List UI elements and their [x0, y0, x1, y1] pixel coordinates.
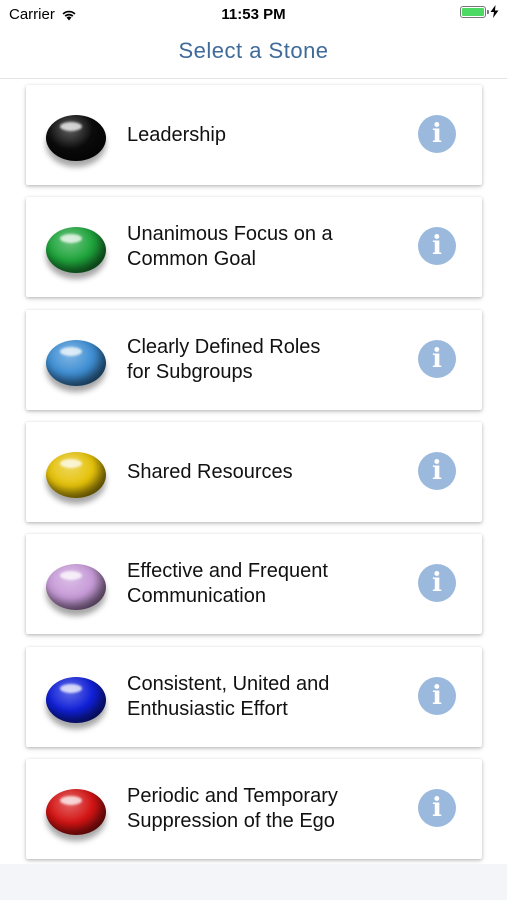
- battery-indicator: [460, 5, 499, 18]
- black-stone-icon: [46, 115, 106, 161]
- status-time: 11:53 PM: [221, 6, 286, 23]
- status-bar: Carrier 11:53 PM: [0, 0, 507, 28]
- battery-icon: [460, 5, 489, 18]
- stone-list: Leadership i Unanimous Focus on a Common G…: [0, 79, 507, 864]
- stone-label: Effective and Frequent Communication: [127, 560, 328, 607]
- info-icon[interactable]: i: [418, 227, 456, 265]
- stone-label: Clearly Defined Roles for Subgroups: [127, 336, 321, 383]
- charging-bolt-icon: [490, 5, 499, 18]
- stone-label: Unanimous Focus on a Common Goal: [127, 223, 333, 270]
- blue-stone-icon: [46, 340, 106, 386]
- yellow-stone-icon: [46, 452, 106, 498]
- stone-label: Periodic and Temporary Suppression of th…: [127, 785, 338, 832]
- stone-label: Shared Resources: [127, 460, 293, 483]
- info-icon[interactable]: i: [418, 789, 456, 827]
- stone-card[interactable]: Effective and Frequent Communication i: [26, 534, 482, 634]
- stone-card[interactable]: Clearly Defined Roles for Subgroups i: [26, 310, 482, 410]
- stone-card[interactable]: Leadership i: [26, 85, 482, 185]
- navigation-bar: Select a Stone: [0, 28, 507, 79]
- info-icon[interactable]: i: [418, 677, 456, 715]
- info-icon[interactable]: i: [418, 115, 456, 153]
- stone-card[interactable]: Consistent, United and Enthusiastic Effo…: [26, 647, 482, 747]
- info-icon[interactable]: i: [418, 564, 456, 602]
- green-stone-icon: [46, 227, 106, 273]
- dark-blue-stone-icon: [46, 677, 106, 723]
- info-icon[interactable]: i: [418, 340, 456, 378]
- stone-card[interactable]: Shared Resources i: [26, 422, 482, 522]
- stone-label: Consistent, United and Enthusiastic Effo…: [127, 673, 330, 720]
- red-stone-icon: [46, 789, 106, 835]
- purple-stone-icon: [46, 564, 106, 610]
- stone-card[interactable]: Periodic and Temporary Suppression of th…: [26, 759, 482, 859]
- info-icon[interactable]: i: [418, 452, 456, 490]
- page-title: Select a Stone: [178, 38, 329, 63]
- stone-card[interactable]: Unanimous Focus on a Common Goal i: [26, 197, 482, 297]
- stone-label: Leadership: [127, 123, 226, 146]
- bottom-area: [0, 864, 507, 900]
